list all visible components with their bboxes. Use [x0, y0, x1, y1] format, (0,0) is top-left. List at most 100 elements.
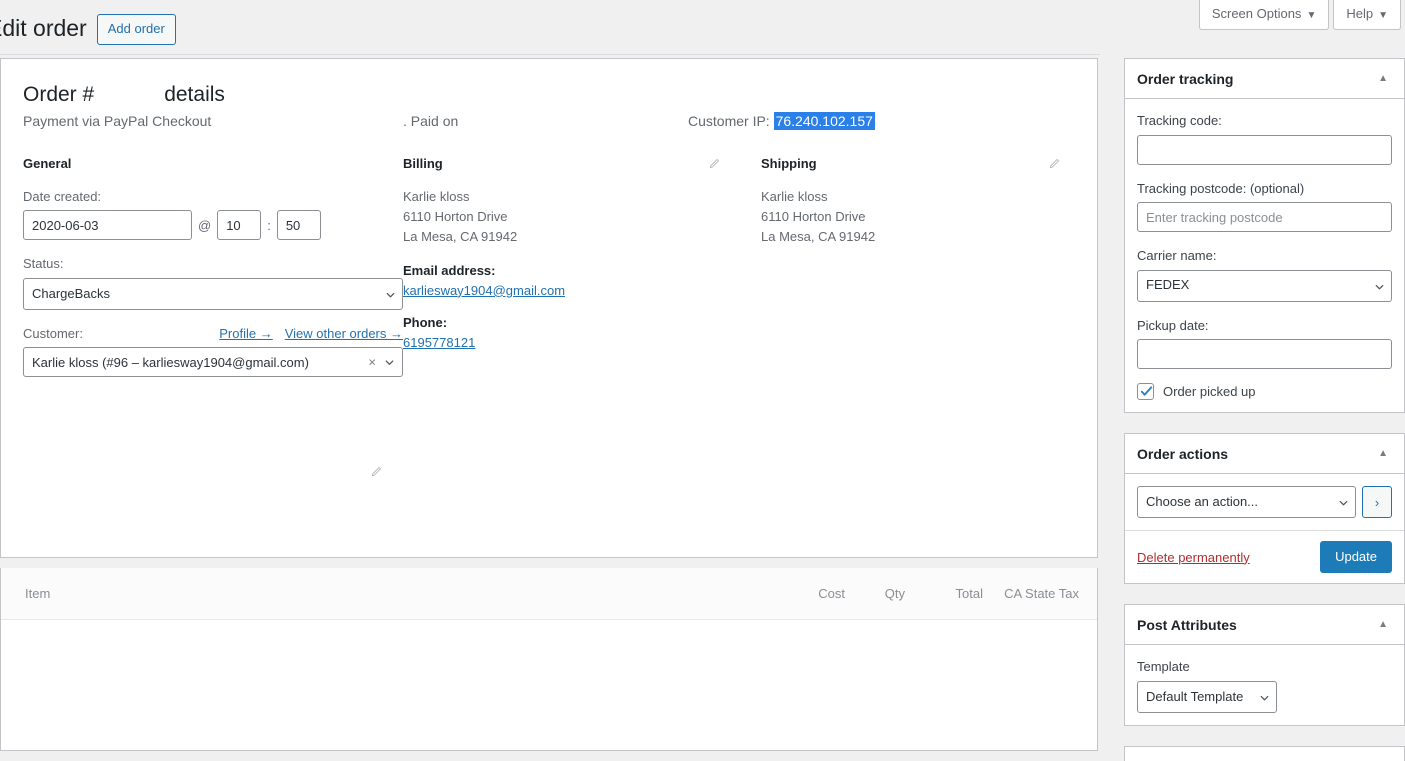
billing-name: Karlie kloss [403, 188, 470, 204]
status-select[interactable]: ChargeBacks [23, 277, 403, 310]
update-button[interactable]: Update [1320, 541, 1392, 574]
template-label: Template [1137, 659, 1190, 675]
post-attributes-body: Template Default Template [1125, 645, 1404, 725]
tracking-code-input[interactable] [1137, 134, 1392, 165]
billing-column: Billing Karlie kloss 6110 Horton Drive L… [403, 155, 761, 392]
carrier-name-select[interactable]: FEDEX [1137, 269, 1392, 302]
general-column: General Date created: @ : Status: [23, 155, 403, 476]
tracking-postcode-input[interactable] [1137, 202, 1392, 232]
main-column: Order # details Payment via PayPal Checko… [0, 58, 1098, 751]
choose-action-row: Choose an action... › [1137, 486, 1392, 518]
column-header-qty: Qty [884, 586, 905, 601]
shipping-address-line2: La Mesa, CA 91942 [761, 229, 876, 245]
column-header-total: Total [955, 586, 983, 601]
order-data-panel: Order # details Payment via PayPal Checko… [0, 58, 1098, 558]
shipping-name: Karlie kloss [761, 188, 828, 204]
template-select[interactable]: Default Template [1137, 680, 1277, 713]
customer-ip-value: 76.240.102.157 [773, 112, 875, 131]
order-tracking-header[interactable]: Order tracking ▲ [1125, 59, 1404, 99]
order-actions-header[interactable]: Order actions ▲ [1125, 434, 1404, 474]
add-order-button[interactable]: Add order [96, 14, 176, 45]
shipping-address-line1: 6110 Horton Drive [761, 209, 866, 225]
order-meta-line: Payment via PayPal Checkout . Paid on Cu… [23, 110, 1075, 132]
chevron-up-icon[interactable]: ▲ [1374, 70, 1392, 88]
shipping-heading: Shipping [761, 155, 817, 171]
pickup-date-label: Pickup date: [1137, 317, 1209, 333]
order-picked-up-checkbox[interactable] [1137, 383, 1154, 400]
chevron-down-icon: ▼ [1378, 10, 1388, 21]
help-tab[interactable]: Help ▼ [1333, 0, 1401, 30]
tracking-postcode-field: Tracking postcode: (optional) [1137, 179, 1392, 232]
billing-address: Karlie kloss 6110 Horton Drive La Mesa, … [403, 187, 761, 247]
billing-email-label: Email address: [403, 263, 496, 279]
sidebar-column: Order tracking ▲ Tracking code: Tracking… [1124, 58, 1405, 761]
clear-icon[interactable]: × [368, 356, 376, 369]
order-tracking-title: Order tracking [1137, 70, 1234, 87]
column-header-tax: CA State Tax [1004, 586, 1079, 601]
customer-ip-label: Customer IP: [688, 113, 770, 130]
apply-action-button[interactable]: › [1362, 486, 1392, 518]
page-header: Edit order Add order [0, 14, 176, 45]
customer-label: Customer: [23, 325, 83, 341]
order-actions-body: Choose an action... › [1125, 474, 1404, 530]
order-actions-title: Order actions [1137, 445, 1229, 462]
shipping-column: Shipping Karlie kloss 6110 Horton Drive … [761, 155, 1061, 392]
billing-phone-link[interactable]: 6195778121 [403, 333, 475, 353]
chevron-down-icon: ▼ [1306, 10, 1317, 21]
order-actions-panel: Order actions ▲ Choose an action... › De… [1124, 433, 1405, 585]
order-number-label: Order # [23, 83, 95, 106]
items-table-body [1, 620, 1097, 750]
customer-ip: Customer IP: 76.240.102.157 [688, 110, 875, 132]
screen-options-tab[interactable]: Screen Options ▼ [1198, 0, 1330, 30]
hour-input[interactable] [217, 210, 262, 241]
pickup-date-field: Pickup date: [1137, 316, 1392, 369]
billing-email-link[interactable]: karliesway1904@gmail.com [403, 281, 565, 301]
paid-on-text: . Paid on [403, 113, 459, 130]
tracking-code-label: Tracking code: [1137, 113, 1222, 128]
help-label: Help [1346, 6, 1374, 21]
customer-field: Customer: Profile → View other orders → … [23, 324, 403, 378]
items-table-header: Item Cost Qty Total CA State Tax [1, 568, 1097, 620]
choose-action-select[interactable]: Choose an action... [1137, 486, 1356, 518]
profile-link[interactable]: Profile → [219, 326, 272, 341]
chevron-up-icon[interactable]: ▲ [1374, 445, 1392, 463]
customer-links: Profile → View other orders → [219, 326, 403, 341]
minute-input[interactable] [276, 210, 321, 241]
order-actions-footer: Delete permanently Update [1125, 530, 1404, 584]
header-divider [0, 54, 1100, 55]
post-attributes-title: Post Attributes [1137, 616, 1237, 633]
column-header-cost: Cost [818, 586, 845, 601]
pickup-date-input[interactable] [1137, 339, 1392, 369]
order-details-label: details [164, 83, 225, 106]
referral-commissions-header[interactable]: Referral Commissions ▲ [1125, 747, 1404, 761]
order-picked-up-row: Order picked up [1137, 383, 1392, 400]
carrier-name-label: Carrier name: [1137, 248, 1217, 263]
order-tracking-body: Tracking code: Tracking postcode: (optio… [1125, 99, 1404, 412]
screen-meta-tabs: Screen Options ▼ Help ▼ [1198, 0, 1405, 30]
order-items-panel: Item Cost Qty Total CA State Tax [0, 568, 1098, 751]
edit-billing-pencil-icon[interactable] [707, 157, 721, 173]
billing-address-line2: La Mesa, CA 91942 [403, 229, 518, 245]
referral-commissions-panel: Referral Commissions ▲ [1124, 745, 1405, 761]
date-created-input[interactable] [23, 210, 192, 241]
carrier-name-field: Carrier name: FEDEX [1137, 246, 1392, 302]
admin-page: Screen Options ▼ Help ▼ Edit order Add ord… [0, 0, 1405, 761]
edit-general-pencil-icon[interactable] [369, 465, 383, 482]
post-attributes-header[interactable]: Post Attributes ▲ [1125, 605, 1404, 646]
delete-permanently-link[interactable]: Delete permanently [1137, 550, 1250, 565]
at-symbol: @ [198, 217, 212, 233]
billing-email-group: Email address: karliesway1904@gmail.com [403, 261, 761, 300]
view-other-orders-link[interactable]: View other orders → [285, 326, 403, 341]
chevron-up-icon[interactable]: ▲ [1374, 616, 1392, 634]
general-heading: General [23, 155, 72, 171]
order-picked-up-label: Order picked up [1163, 384, 1256, 399]
edit-shipping-pencil-icon[interactable] [1047, 157, 1061, 173]
billing-phone-group: Phone: 6195778121 [403, 313, 761, 352]
customer-select[interactable]: Karlie kloss (#96 – karliesway1904@gmail… [23, 347, 403, 378]
screen-options-label: Screen Options [1211, 6, 1302, 21]
tracking-code-field: Tracking code: [1137, 111, 1392, 165]
status-label: Status: [23, 256, 64, 272]
order-columns: General Date created: @ : Status: [23, 155, 1075, 476]
colon-symbol: : [267, 217, 271, 233]
billing-phone-label: Phone: [403, 315, 448, 331]
